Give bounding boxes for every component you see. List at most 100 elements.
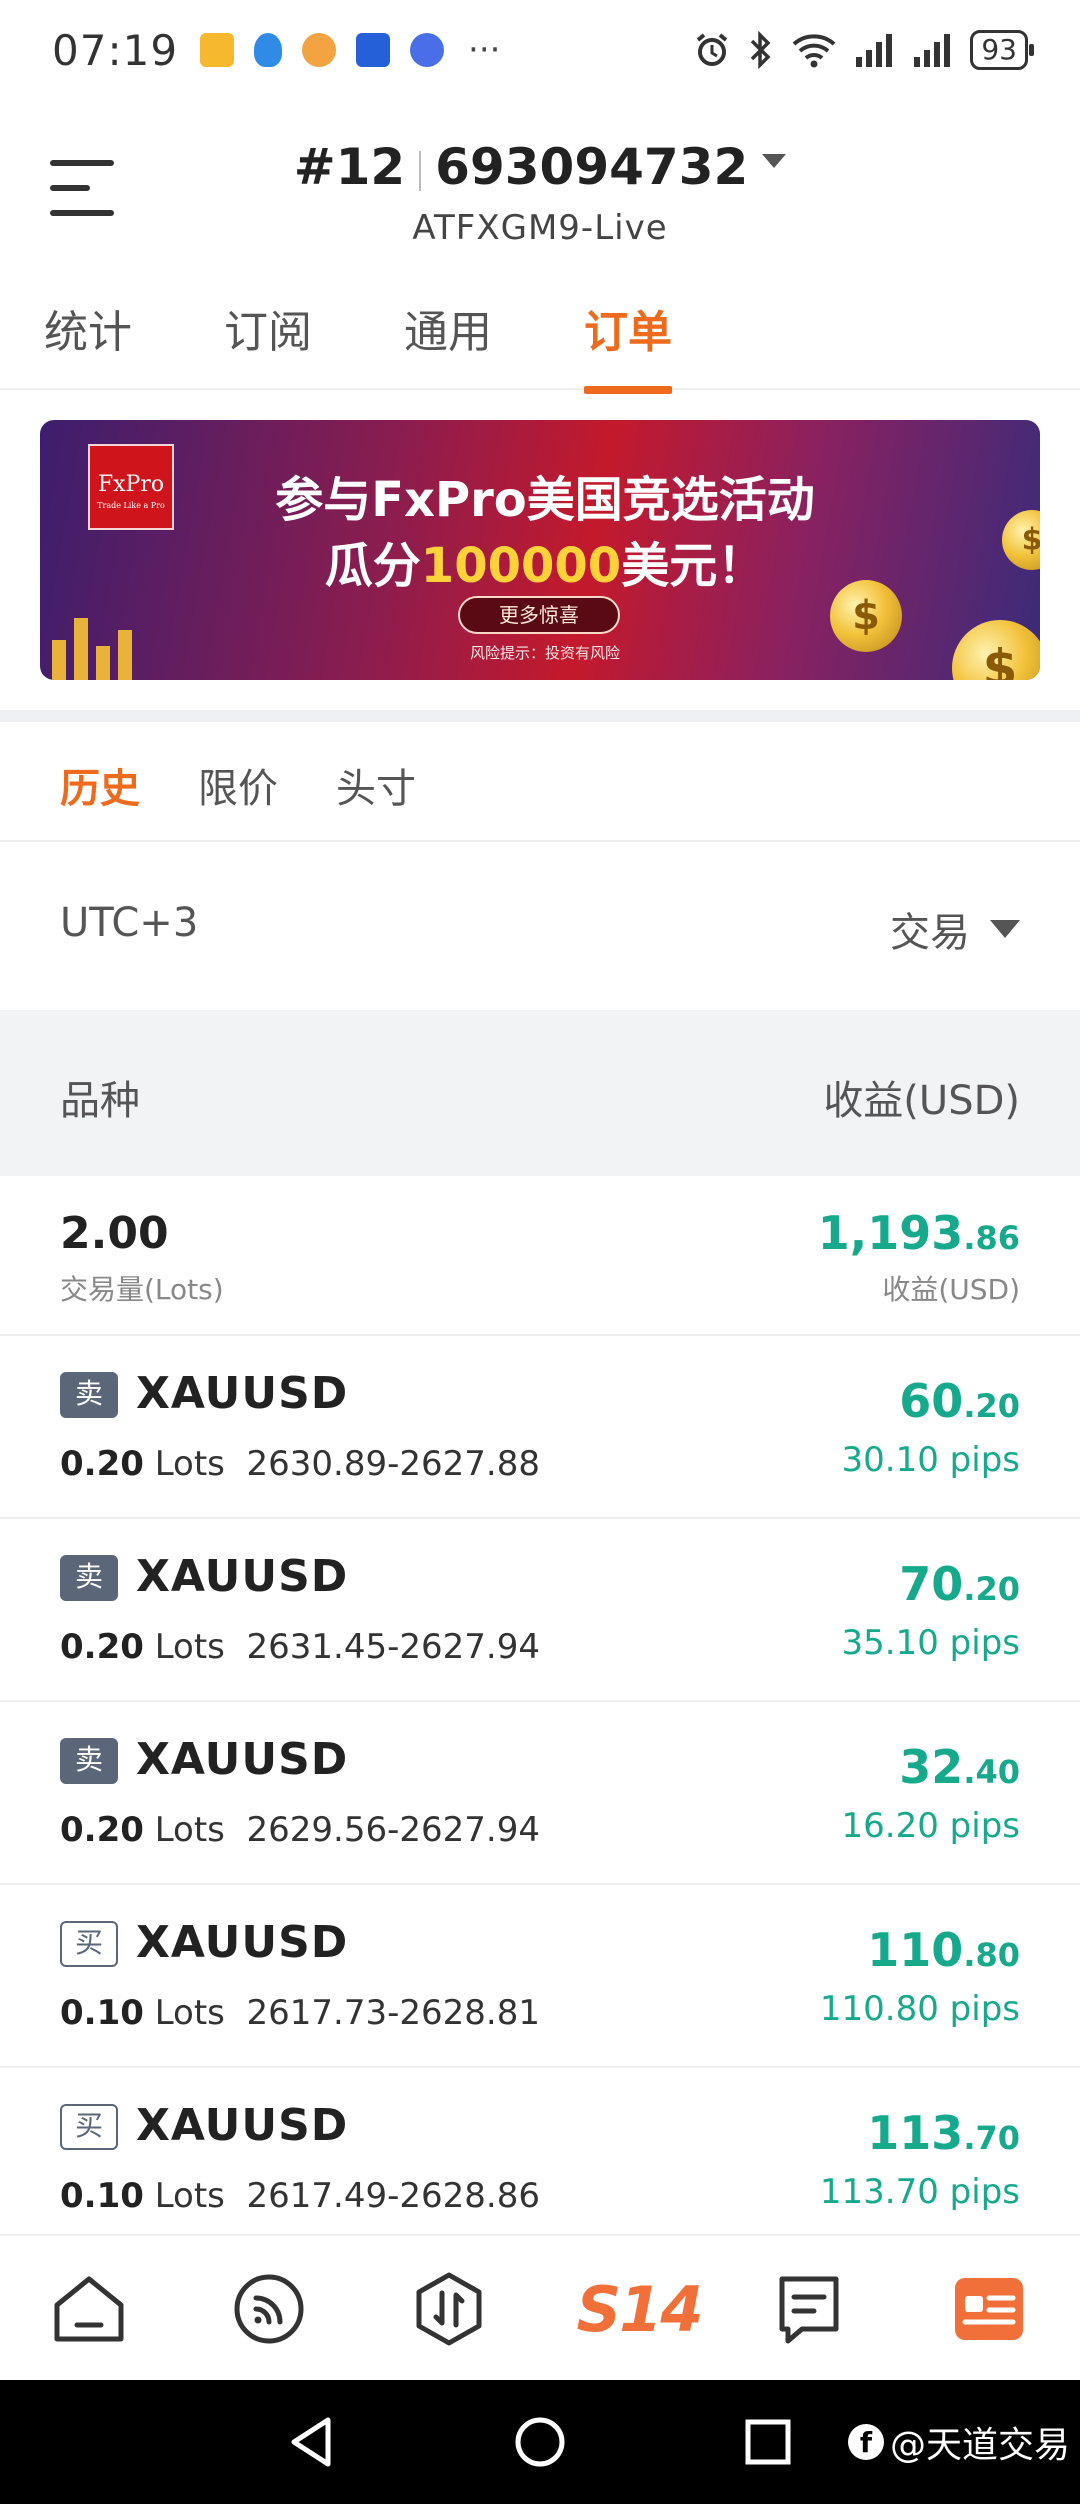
trade-detail: 0.20 Lots 2630.89-2627.88 xyxy=(60,1444,540,1484)
trade-pips: 35.10 pips xyxy=(841,1623,1020,1663)
bluetooth-icon xyxy=(751,31,771,69)
tab-subscribe[interactable]: 订阅 xyxy=(224,296,312,360)
trade-type-dropdown[interactable]: 交易 xyxy=(890,900,1020,958)
banner-headline: 参与FxPro美国竞选活动 xyxy=(275,472,815,528)
trade-profit: 70.20 xyxy=(899,1557,1020,1611)
trade-icon xyxy=(416,2272,482,2346)
app-header: #12 693094732 ATFXGM9-Live xyxy=(0,100,1080,260)
trade-row[interactable]: 买 XAUUSD 0.10 Lots 2617.49-2628.86 113.7… xyxy=(0,2068,1080,2251)
trade-symbol: XAUUSD xyxy=(136,1551,349,1602)
system-status-icons: 93 xyxy=(694,30,1034,70)
trade-pips: 30.10 pips xyxy=(841,1440,1020,1480)
banner-risk-notice: 风险提示：投资有风险 xyxy=(469,644,620,662)
bottom-nav: S14 xyxy=(0,2234,1080,2380)
trade-list: 卖 XAUUSD 0.20 Lots 2630.89-2627.88 60.20… xyxy=(0,1336,1080,2251)
trade-detail: 0.10 Lots 2617.49-2628.86 xyxy=(60,2176,540,2216)
nav-feed[interactable] xyxy=(224,2264,314,2354)
trade-profit: 113.70 xyxy=(867,2106,1020,2160)
column-profit: 收益(USD) xyxy=(823,1078,1020,1124)
home-icon xyxy=(54,2276,124,2342)
nav-trade[interactable] xyxy=(404,2264,494,2354)
sell-badge: 卖 xyxy=(60,1738,118,1784)
banner-more-button[interactable]: 更多惊喜 xyxy=(458,596,620,634)
car-app-notification-icon xyxy=(356,33,391,67)
recents-icon[interactable] xyxy=(744,2418,792,2466)
tab-history[interactable]: 历史 xyxy=(60,756,140,814)
shield-notification-icon xyxy=(254,33,283,67)
caret-down-icon xyxy=(762,153,787,168)
timezone-label[interactable]: UTC+3 xyxy=(60,900,198,946)
more-notifications-icon: ··· xyxy=(468,30,501,70)
column-header: 品种 收益(USD) xyxy=(0,1010,1080,1176)
main-tabs: 统计 订阅 通用 订单 xyxy=(0,290,1080,394)
signal-icon-1 xyxy=(856,34,893,67)
home-circle-icon[interactable] xyxy=(512,2414,568,2470)
order-sub-tabs: 历史 限价 头寸 xyxy=(0,722,1080,842)
message-icon xyxy=(779,2276,839,2344)
coin-icon: $ xyxy=(952,620,1040,680)
summary-row: 2.00 交易量(Lots) 1,193.86 收益(USD) xyxy=(0,1176,1080,1336)
profile-card-icon xyxy=(955,2278,1023,2340)
column-symbol: 品种 xyxy=(60,1078,140,1124)
tab-limit[interactable]: 限价 xyxy=(198,756,278,814)
wifi-icon xyxy=(793,34,836,68)
tab-general[interactable]: 通用 xyxy=(404,296,492,360)
trade-detail: 0.10 Lots 2617.73-2628.81 xyxy=(60,1993,540,2033)
sell-badge: 卖 xyxy=(60,1372,118,1418)
nav-home[interactable] xyxy=(44,2264,134,2354)
tab-statistics[interactable]: 统计 xyxy=(44,296,132,360)
nav-messages[interactable] xyxy=(764,2264,854,2354)
trade-row[interactable]: 卖 XAUUSD 0.20 Lots 2629.56-2627.94 32.40… xyxy=(0,1702,1080,1885)
tab-orders[interactable]: 订单 xyxy=(584,296,672,394)
nav-profile[interactable] xyxy=(944,2264,1034,2354)
promo-banner[interactable]: FxPro Trade Like a Pro 参与FxPro美国竞选活动 瓜分10… xyxy=(40,420,1040,680)
buy-badge: 买 xyxy=(60,1921,118,1967)
trade-symbol: XAUUSD xyxy=(136,2100,349,2151)
trade-pips: 110.80 pips xyxy=(819,1989,1020,2029)
coin-icon: $ xyxy=(830,580,902,652)
server-name: ATFXGM9-Live xyxy=(412,208,668,248)
trade-row[interactable]: 卖 XAUUSD 0.20 Lots 2630.89-2627.88 60.20… xyxy=(0,1336,1080,1519)
status-bar: 07:19 ··· 93 xyxy=(0,0,1080,100)
app-notification-icon xyxy=(302,33,337,67)
trade-pips: 16.20 pips xyxy=(841,1806,1020,1846)
trade-symbol: XAUUSD xyxy=(136,1734,349,1785)
account-prefix: #12 xyxy=(293,138,406,196)
trade-profit: 110.80 xyxy=(867,1923,1020,1977)
s14-logo: S14 xyxy=(576,2272,704,2346)
signal-icon-2 xyxy=(914,34,951,67)
system-nav-bar: f @天道交易 xyxy=(0,2380,1080,2504)
notification-icons: ··· xyxy=(200,30,500,70)
buy-badge: 买 xyxy=(60,2104,118,2150)
filter-row: UTC+3 交易 xyxy=(0,842,1080,1010)
status-time: 07:19 xyxy=(52,25,179,75)
trade-symbol: XAUUSD xyxy=(136,1368,349,1419)
trade-row[interactable]: 买 XAUUSD 0.10 Lots 2617.73-2628.81 110.8… xyxy=(0,1885,1080,2068)
trade-pips: 113.70 pips xyxy=(819,2172,1020,2212)
total-profit-label: 收益(USD) xyxy=(882,1273,1020,1306)
total-profit: 1,193.86 xyxy=(817,1206,1020,1260)
banner-subheadline: 瓜分100000美元！ xyxy=(324,538,766,594)
dropdown-arrow-icon xyxy=(990,920,1020,938)
sell-badge: 卖 xyxy=(60,1555,118,1601)
trade-symbol: XAUUSD xyxy=(136,1917,349,1968)
trade-profit: 60.20 xyxy=(899,1374,1020,1428)
account-number: 693094732 xyxy=(435,138,749,196)
feed-icon xyxy=(234,2274,304,2344)
trade-detail: 0.20 Lots 2631.45-2627.94 xyxy=(60,1627,540,1667)
trade-type-value: 交易 xyxy=(890,910,970,956)
tab-positions[interactable]: 头寸 xyxy=(336,756,416,814)
section-divider xyxy=(0,710,1080,722)
total-lots-label: 交易量(Lots) xyxy=(60,1273,224,1306)
back-icon[interactable] xyxy=(286,2414,336,2470)
trade-profit: 32.40 xyxy=(899,1740,1020,1794)
nav-s14[interactable]: S14 xyxy=(577,2264,704,2354)
account-selector[interactable]: #12 693094732 xyxy=(0,138,1080,196)
trade-row[interactable]: 卖 XAUUSD 0.20 Lots 2631.45-2627.94 70.20… xyxy=(0,1519,1080,1702)
mail-notification-icon xyxy=(200,33,235,67)
watermark: f @天道交易 xyxy=(847,2416,1070,2468)
total-lots: 2.00 xyxy=(60,1208,169,1259)
browser-notification-icon xyxy=(410,33,445,67)
alarm-icon xyxy=(697,33,728,66)
facebook-icon: f xyxy=(847,2424,884,2460)
